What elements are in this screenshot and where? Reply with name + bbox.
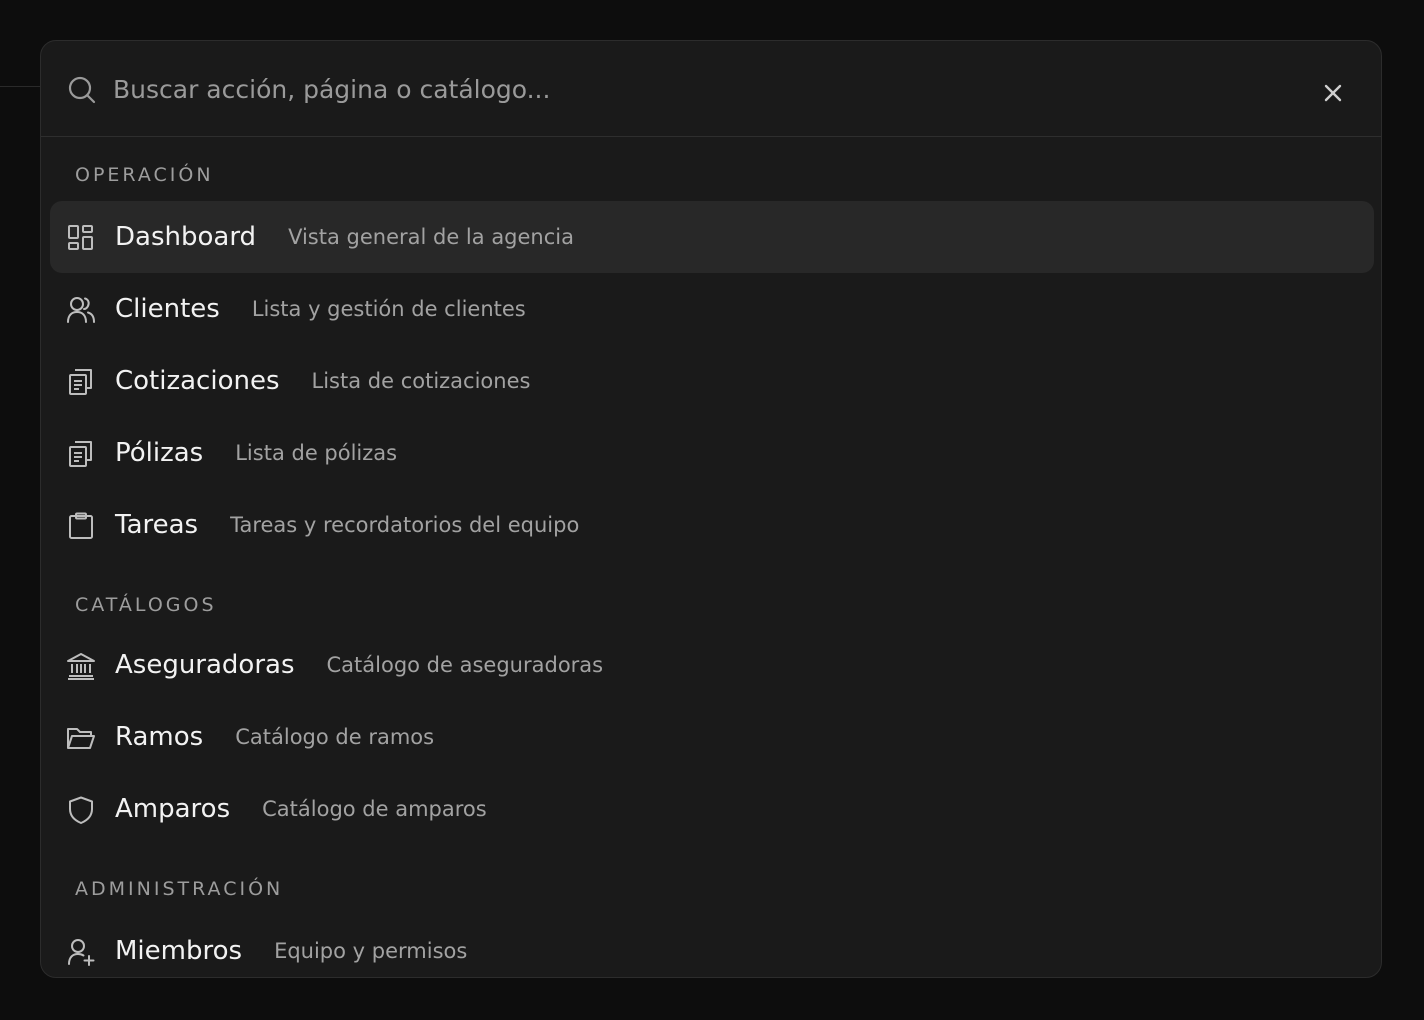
item-polizas[interactable]: Pólizas Lista de pólizas — [50, 417, 1374, 489]
item-miembros[interactable]: Miembros Equipo y permisos — [50, 915, 1374, 977]
item-description: Lista y gestión de clientes — [251, 297, 526, 321]
item-text: Ramos Catálogo de ramos — [115, 701, 434, 773]
item-description: Vista general de la agencia — [288, 225, 574, 249]
users-icon — [66, 295, 96, 325]
item-text: Pólizas Lista de pólizas — [115, 417, 397, 489]
documents-icon — [66, 367, 96, 397]
group-heading-operacion: OPERACIÓN — [75, 164, 214, 186]
item-description: Catálogo de ramos — [235, 725, 435, 749]
group-heading-administracion: ADMINISTRACIÓN — [75, 878, 284, 900]
backdrop-divider — [0, 86, 40, 87]
dashboard-icon — [66, 223, 96, 253]
item-tareas[interactable]: Tareas Tareas y recordatorios del equipo — [50, 489, 1374, 561]
item-description: Lista de cotizaciones — [311, 369, 531, 393]
item-description: Catálogo de aseguradoras — [326, 653, 604, 677]
search-icon — [67, 75, 97, 105]
group-heading-catalogos: CATÁLOGOS — [75, 594, 217, 616]
item-label: Dashboard — [115, 222, 257, 252]
item-label: Miembros — [115, 936, 243, 966]
shield-icon — [66, 795, 96, 825]
command-palette: OPERACIÓN Dashboard Vista general de la … — [40, 40, 1382, 978]
item-text: Amparos Catálogo de amparos — [115, 773, 487, 845]
item-label: Aseguradoras — [115, 650, 295, 680]
user-plus-icon — [66, 937, 96, 967]
item-description: Equipo y permisos — [274, 939, 468, 963]
search-input[interactable] — [113, 69, 1293, 109]
item-label: Clientes — [115, 294, 220, 324]
item-text: Tareas Tareas y recordatorios del equipo — [115, 489, 579, 561]
item-dashboard[interactable]: Dashboard Vista general de la agencia — [50, 201, 1374, 273]
item-text: Dashboard Vista general de la agencia — [115, 201, 574, 273]
bank-icon — [66, 651, 96, 681]
item-text: Cotizaciones Lista de cotizaciones — [115, 345, 530, 417]
item-text: Miembros Equipo y permisos — [115, 915, 468, 977]
item-label: Amparos — [115, 794, 231, 824]
item-ramos[interactable]: Ramos Catálogo de ramos — [50, 701, 1374, 773]
documents-icon — [66, 439, 96, 469]
item-amparos[interactable]: Amparos Catálogo de amparos — [50, 773, 1374, 845]
item-text: Clientes Lista y gestión de clientes — [115, 273, 526, 345]
item-label: Cotizaciones — [115, 366, 280, 396]
close-icon — [1315, 79, 1351, 107]
item-text: Aseguradoras Catálogo de aseguradoras — [115, 629, 603, 701]
close-button[interactable] — [1315, 75, 1351, 111]
item-description: Lista de pólizas — [235, 441, 398, 465]
item-clientes[interactable]: Clientes Lista y gestión de clientes — [50, 273, 1374, 345]
item-aseguradoras[interactable]: Aseguradoras Catálogo de aseguradoras — [50, 629, 1374, 701]
item-cotizaciones[interactable]: Cotizaciones Lista de cotizaciones — [50, 345, 1374, 417]
search-bar — [41, 41, 1381, 137]
item-description: Catálogo de amparos — [262, 797, 487, 821]
item-label: Pólizas — [115, 438, 204, 468]
item-description: Tareas y recordatorios del equipo — [230, 513, 580, 537]
item-label: Tareas — [115, 510, 199, 540]
item-label: Ramos — [115, 722, 204, 752]
folder-icon — [66, 723, 96, 753]
clipboard-icon — [66, 511, 96, 541]
